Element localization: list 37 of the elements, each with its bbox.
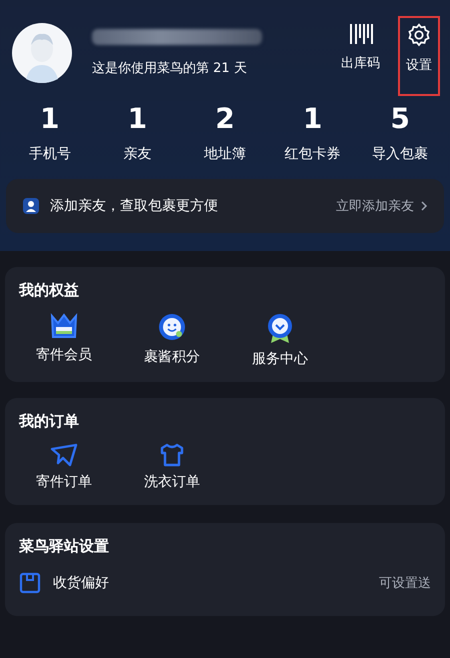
stat-label[interactable]: 导入包裹	[372, 145, 428, 163]
setting-label[interactable]: 收货偏好	[53, 574, 367, 592]
stat-value[interactable]: 1	[302, 102, 322, 135]
header-action-button[interactable]: 出库码	[333, 16, 388, 96]
stat-label[interactable]: 红包卡券	[284, 145, 341, 163]
box-icon	[19, 572, 41, 594]
barcode-icon	[348, 22, 374, 46]
stat-value[interactable]: 1	[40, 102, 60, 135]
stat-label[interactable]: 地址簿	[204, 145, 246, 163]
order-item[interactable]: 寄件订单	[19, 443, 109, 491]
shirt-icon	[159, 443, 185, 467]
badge-icon	[265, 312, 295, 344]
stat-label[interactable]: 手机号	[28, 145, 71, 163]
smiley-icon	[157, 312, 187, 342]
avatar[interactable]	[12, 23, 72, 83]
usage-days-text: 这是你使用菜鸟的第 21 天	[92, 60, 248, 77]
stat-value[interactable]: 5	[390, 102, 410, 135]
chevron-icon	[420, 200, 428, 212]
crown-icon	[49, 312, 79, 340]
person-icon	[22, 197, 40, 215]
benefit-item[interactable]: 裹酱积分	[127, 312, 217, 368]
benefit-item[interactable]: 寄件会员	[19, 312, 109, 368]
stat-value[interactable]: 1	[128, 102, 148, 135]
stat-value[interactable]: 2	[215, 102, 235, 135]
paper-plane-icon	[50, 443, 78, 467]
setting-value[interactable]: 可设置送	[379, 574, 431, 592]
section-title: 我的权益	[19, 281, 80, 300]
stat-label[interactable]: 亲友	[123, 145, 152, 163]
header-action-button[interactable]: 设置	[398, 16, 440, 96]
benefit-item[interactable]: 服务中心	[235, 312, 325, 368]
order-item[interactable]: 洗衣订单	[127, 443, 217, 491]
add-friend-link[interactable]: 立即添加亲友	[336, 197, 428, 215]
friend-banner[interactable]: 添加亲友，查取包裹更方便 立即添加亲友	[6, 179, 444, 233]
banner-text: 添加亲友，查取包裹更方便	[50, 197, 219, 215]
section-title: 我的订单	[19, 412, 80, 431]
settings-icon	[406, 22, 432, 48]
section-title: 菜鸟驿站设置	[19, 537, 110, 556]
